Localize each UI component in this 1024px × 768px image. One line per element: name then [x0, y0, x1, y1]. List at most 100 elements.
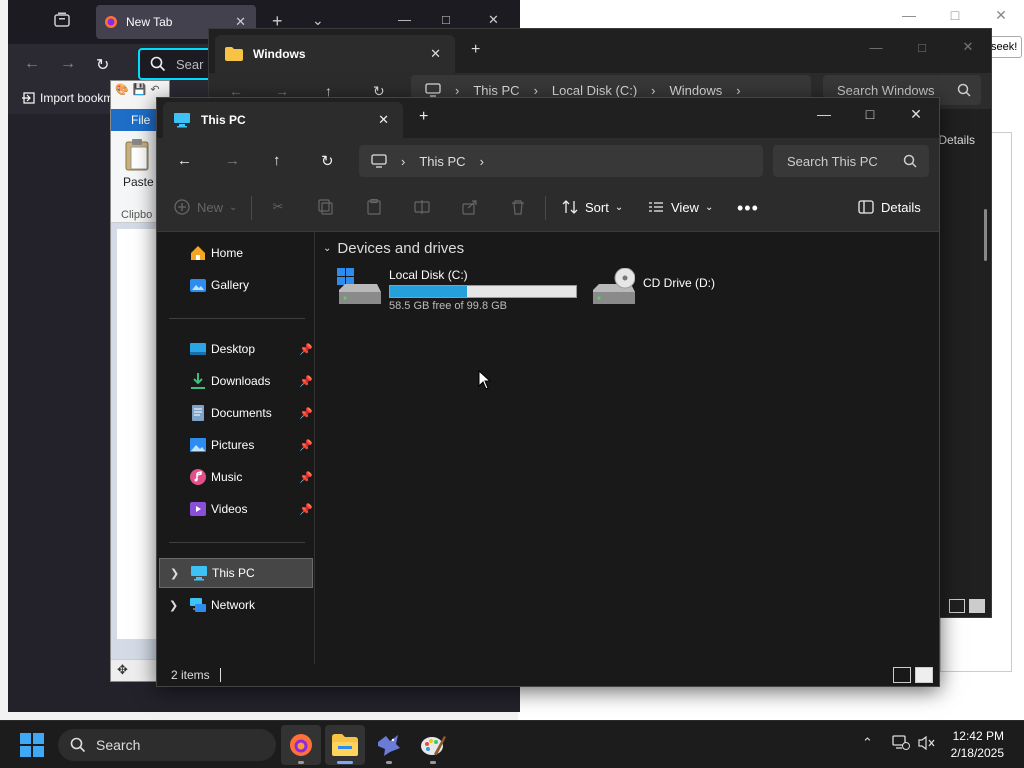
sidebar-item-downloads[interactable]: Downloads 📌	[159, 366, 313, 396]
list-tabs-icon[interactable]: ⌄	[312, 12, 324, 29]
details-button[interactable]: Details	[857, 198, 921, 216]
drive-usage-fill	[390, 286, 467, 297]
pin-icon[interactable]: 📌	[299, 375, 313, 388]
maximize-button[interactable]: □	[442, 12, 450, 27]
sidebar-item-videos[interactable]: Videos 📌	[159, 494, 313, 524]
show-hidden-icons-button[interactable]: ⌃	[862, 735, 873, 751]
taskbar-thunderbird[interactable]	[369, 725, 409, 765]
sidebar-item-network[interactable]: ❯ Network	[159, 590, 313, 620]
sidebar-item-gallery[interactable]: Gallery	[159, 270, 313, 300]
volume-muted-icon[interactable]	[918, 735, 936, 751]
close-button[interactable]: ✕	[978, 0, 1024, 30]
copy-button[interactable]	[317, 198, 335, 216]
taskbar-search[interactable]: Search	[58, 729, 276, 761]
sidebar-item-this-pc[interactable]: ❯ This PC	[159, 558, 313, 588]
minimize-button[interactable]: —	[886, 0, 932, 30]
tiles-view-icon[interactable]	[915, 667, 933, 683]
close-button[interactable]: ✕	[945, 33, 991, 61]
list-view-icon[interactable]	[893, 667, 911, 683]
minimize-button[interactable]: —	[398, 12, 411, 27]
breadcrumb-item[interactable]: This PC	[419, 154, 465, 169]
forward-icon[interactable]: →	[60, 55, 76, 73]
pin-icon[interactable]: 📌	[299, 407, 313, 420]
network-status-icon[interactable]	[892, 735, 910, 751]
maximize-button[interactable]: □	[847, 100, 893, 128]
search-input[interactable]: Search This PC	[773, 145, 929, 177]
chevron-right-icon[interactable]: ❯	[169, 599, 178, 612]
taskbar-firefox[interactable]	[281, 725, 321, 765]
breadcrumb-item[interactable]: Windows	[670, 83, 723, 98]
sidebar-item-desktop[interactable]: Desktop 📌	[159, 334, 313, 364]
pin-icon[interactable]: 📌	[299, 471, 313, 484]
chevron-down-icon: ⌄	[614, 201, 624, 213]
save-icon[interactable]: 💾	[133, 83, 147, 96]
cut-button[interactable]: ✂	[269, 198, 287, 216]
minimize-button[interactable]: —	[853, 33, 899, 61]
drive-local-disk-c[interactable]: Local Disk (C:) 58.5 GB free of 99.8 GB	[337, 268, 577, 312]
sidebar-item-music[interactable]: Music 📌	[159, 462, 313, 492]
start-button[interactable]	[20, 733, 44, 757]
reload-icon[interactable]: ↻	[96, 55, 109, 75]
sidebar-item-documents[interactable]: Documents 📌	[159, 398, 313, 428]
sidebar-item-label: This PC	[212, 566, 255, 580]
minimize-button[interactable]: —	[801, 100, 847, 128]
import-bookmarks-button[interactable]: Import bookm	[22, 91, 113, 105]
scrollbar[interactable]	[984, 209, 987, 261]
more-options-button[interactable]: •••	[737, 198, 759, 219]
back-icon[interactable]: ←	[177, 152, 192, 169]
close-button[interactable]: ✕	[488, 12, 499, 28]
sort-button[interactable]: Sort ⌄	[561, 198, 623, 216]
music-icon	[189, 468, 207, 486]
system-clock[interactable]: 12:42 PM 2/18/2025	[951, 728, 1004, 762]
undo-icon[interactable]: ↶	[150, 83, 159, 96]
copy-icon	[317, 198, 335, 216]
chevron-right-icon[interactable]: ❯	[170, 567, 179, 580]
new-tab-button[interactable]: +	[471, 41, 480, 59]
maximize-button[interactable]: □	[899, 33, 945, 61]
pin-icon[interactable]: 📌	[299, 343, 313, 356]
tiles-view-icon[interactable]	[969, 599, 985, 613]
up-icon[interactable]: ↑	[273, 152, 281, 169]
url-bar[interactable]: Sear	[138, 48, 218, 80]
pictures-icon	[189, 436, 207, 454]
tab-windows[interactable]: Windows ✕	[215, 35, 455, 73]
pin-icon[interactable]: 📌	[299, 503, 313, 516]
sidebar-item-pictures[interactable]: Pictures 📌	[159, 430, 313, 460]
view-button[interactable]: View ⌄	[647, 198, 713, 216]
breadcrumb-item[interactable]: Local Disk (C:)	[552, 83, 637, 98]
close-tab-icon[interactable]: ✕	[430, 46, 441, 62]
breadcrumb[interactable]: › This PC ›	[359, 145, 763, 177]
palette-icon	[421, 736, 446, 755]
tab-this-pc[interactable]: This PC ✕	[163, 102, 403, 138]
paste-icon[interactable]	[125, 139, 151, 171]
pin-icon[interactable]: 📌	[299, 439, 313, 452]
taskbar-file-explorer[interactable]	[325, 725, 365, 765]
group-header-devices[interactable]: ⌄ Devices and drives	[323, 240, 464, 257]
gallery-icon	[189, 276, 207, 294]
paste-button[interactable]	[365, 198, 383, 216]
details-button[interactable]: Details	[938, 133, 975, 147]
new-button[interactable]: New ⌄	[173, 198, 237, 216]
view-toggle	[893, 667, 933, 683]
close-tab-icon[interactable]: ✕	[378, 112, 389, 128]
share-button[interactable]	[461, 198, 479, 216]
forward-icon[interactable]: →	[225, 152, 240, 169]
divider	[169, 318, 305, 319]
new-tab-button[interactable]: +	[419, 108, 428, 126]
rename-button[interactable]	[413, 198, 431, 216]
taskbar-paint[interactable]	[413, 725, 453, 765]
more-icon: •••	[737, 198, 759, 218]
tab-manager-icon[interactable]	[52, 10, 78, 34]
cd-drive-icon	[591, 268, 635, 308]
paste-label[interactable]: Paste	[123, 175, 154, 189]
back-icon[interactable]: ←	[24, 55, 40, 73]
list-view-icon[interactable]	[949, 599, 965, 613]
close-button[interactable]: ✕	[893, 100, 939, 128]
sidebar-item-home[interactable]: Home	[159, 238, 313, 268]
download-icon	[189, 372, 207, 390]
maximize-button[interactable]: □	[932, 0, 978, 30]
refresh-icon[interactable]: ↻	[321, 152, 334, 170]
delete-button[interactable]	[509, 198, 527, 216]
breadcrumb-item[interactable]: This PC	[473, 83, 519, 98]
drive-cd-d[interactable]: CD Drive (D:)	[591, 268, 715, 308]
